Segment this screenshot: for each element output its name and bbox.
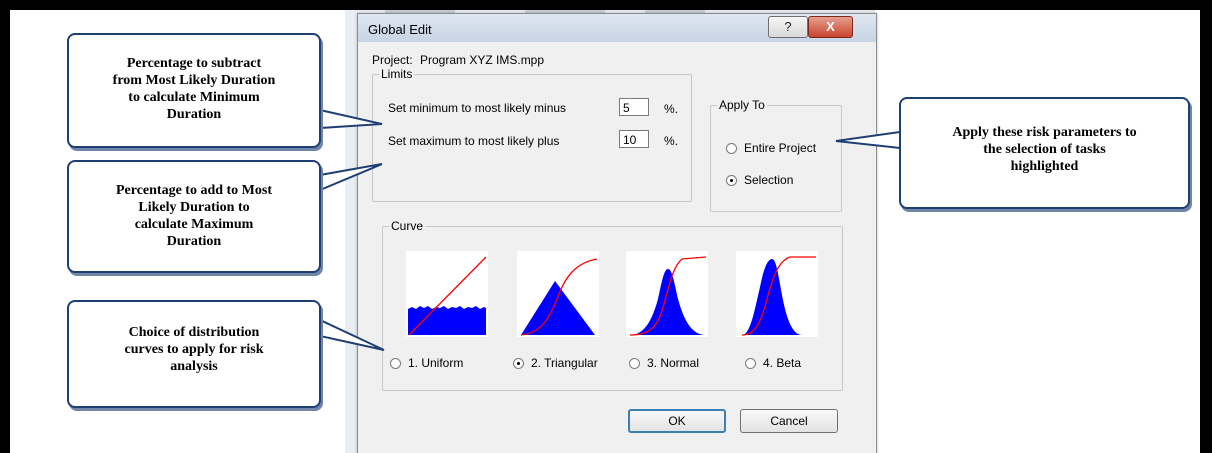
callout-line: from Most Likely Duration xyxy=(112,73,276,88)
apply-callout-arrow xyxy=(835,130,901,150)
callout-line: Percentage to add to Most xyxy=(115,183,273,198)
callout-line: Percentage to subtract xyxy=(126,56,262,71)
curves-callout-arrow xyxy=(319,318,385,351)
curves-callout-box: Choice of distribution curves to apply f… xyxy=(67,300,321,408)
callout-line: to calculate Minimum xyxy=(128,90,260,105)
callout-line: Likely Duration to xyxy=(138,200,250,215)
max-callout-box: Percentage to add to Most Likely Duratio… xyxy=(67,160,321,273)
callout-line: Duration xyxy=(166,107,222,122)
max-callout-arrow xyxy=(319,163,383,192)
callout-line: Choice of distribution xyxy=(128,325,260,340)
screenshot-canvas: Global Edit ? X Project: Program XYZ IMS… xyxy=(10,10,1200,453)
min-callout-arrow xyxy=(319,108,383,130)
callout-line: Apply these risk parameters to xyxy=(952,125,1137,140)
callout-line: curves to apply for risk xyxy=(124,342,264,357)
callout-line: the selection of tasks xyxy=(983,142,1106,157)
min-callout-box: Percentage to subtract from Most Likely … xyxy=(67,33,321,148)
callout-line: highlighted xyxy=(1010,159,1079,174)
callout-line: analysis xyxy=(170,359,218,374)
callout-line: Duration xyxy=(166,234,222,249)
apply-callout-box: Apply these risk parameters to the selec… xyxy=(899,97,1190,209)
callout-line: calculate Maximum xyxy=(134,217,254,232)
